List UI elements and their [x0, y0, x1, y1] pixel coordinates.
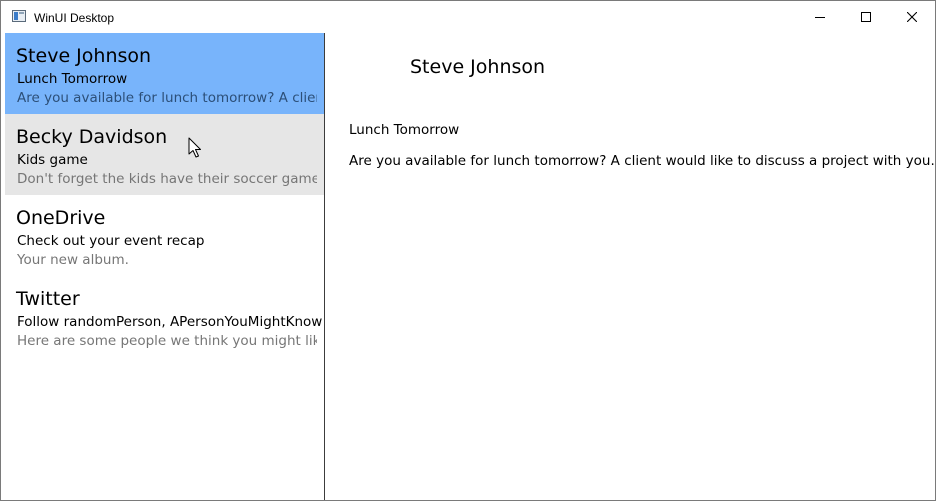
close-icon: [907, 12, 917, 22]
maximize-icon: [861, 12, 871, 22]
minimize-button[interactable]: [797, 1, 843, 33]
minimize-icon: [815, 17, 825, 18]
list-item-subject: Lunch Tomorrow: [17, 71, 128, 87]
list-item[interactable]: Twitter Follow randomPerson, APersonYouM…: [5, 276, 324, 357]
app-window-icon: [12, 10, 26, 22]
list-item-name: Becky Davidson: [16, 126, 168, 148]
close-button[interactable]: [889, 1, 935, 33]
window-title: WinUI Desktop: [34, 11, 115, 25]
list-item[interactable]: Becky Davidson Kids game Don't forget th…: [5, 114, 324, 195]
list-item-preview: Here are some people we think you might …: [17, 333, 317, 349]
detail-body: Are you available for lunch tomorrow? A …: [349, 153, 935, 169]
list-item-preview: Are you available for lunch tomorrow? A …: [17, 90, 317, 106]
title-bar[interactable]: WinUI Desktop: [1, 1, 935, 33]
list-item-name: OneDrive: [16, 207, 106, 229]
list-item-subject: Kids game: [17, 152, 88, 168]
list-item-subject: Check out your event recap: [17, 233, 205, 249]
mouse-pointer-icon: [188, 137, 201, 158]
list-item-preview: Don't forget the kids have their soccer …: [17, 171, 317, 187]
list-item-name: Twitter: [16, 288, 80, 310]
maximize-button[interactable]: [843, 1, 889, 33]
message-list: Steve Johnson Lunch Tomorrow Are you ava…: [5, 33, 324, 500]
message-detail: Steve Johnson Lunch Tomorrow Are you ava…: [325, 33, 935, 500]
list-item-preview: Your new album.: [17, 252, 129, 268]
list-item[interactable]: OneDrive Check out your event recap Your…: [5, 195, 324, 276]
list-item-name: Steve Johnson: [16, 45, 152, 67]
list-item-subject: Follow randomPerson, APersonYouMightKnow: [17, 314, 323, 330]
list-item[interactable]: Steve Johnson Lunch Tomorrow Are you ava…: [5, 33, 324, 114]
app-window: WinUI Desktop Steve Johnson Lunch Tomorr…: [0, 0, 936, 501]
detail-subject: Lunch Tomorrow: [349, 122, 460, 138]
detail-sender-name: Steve Johnson: [410, 56, 546, 78]
